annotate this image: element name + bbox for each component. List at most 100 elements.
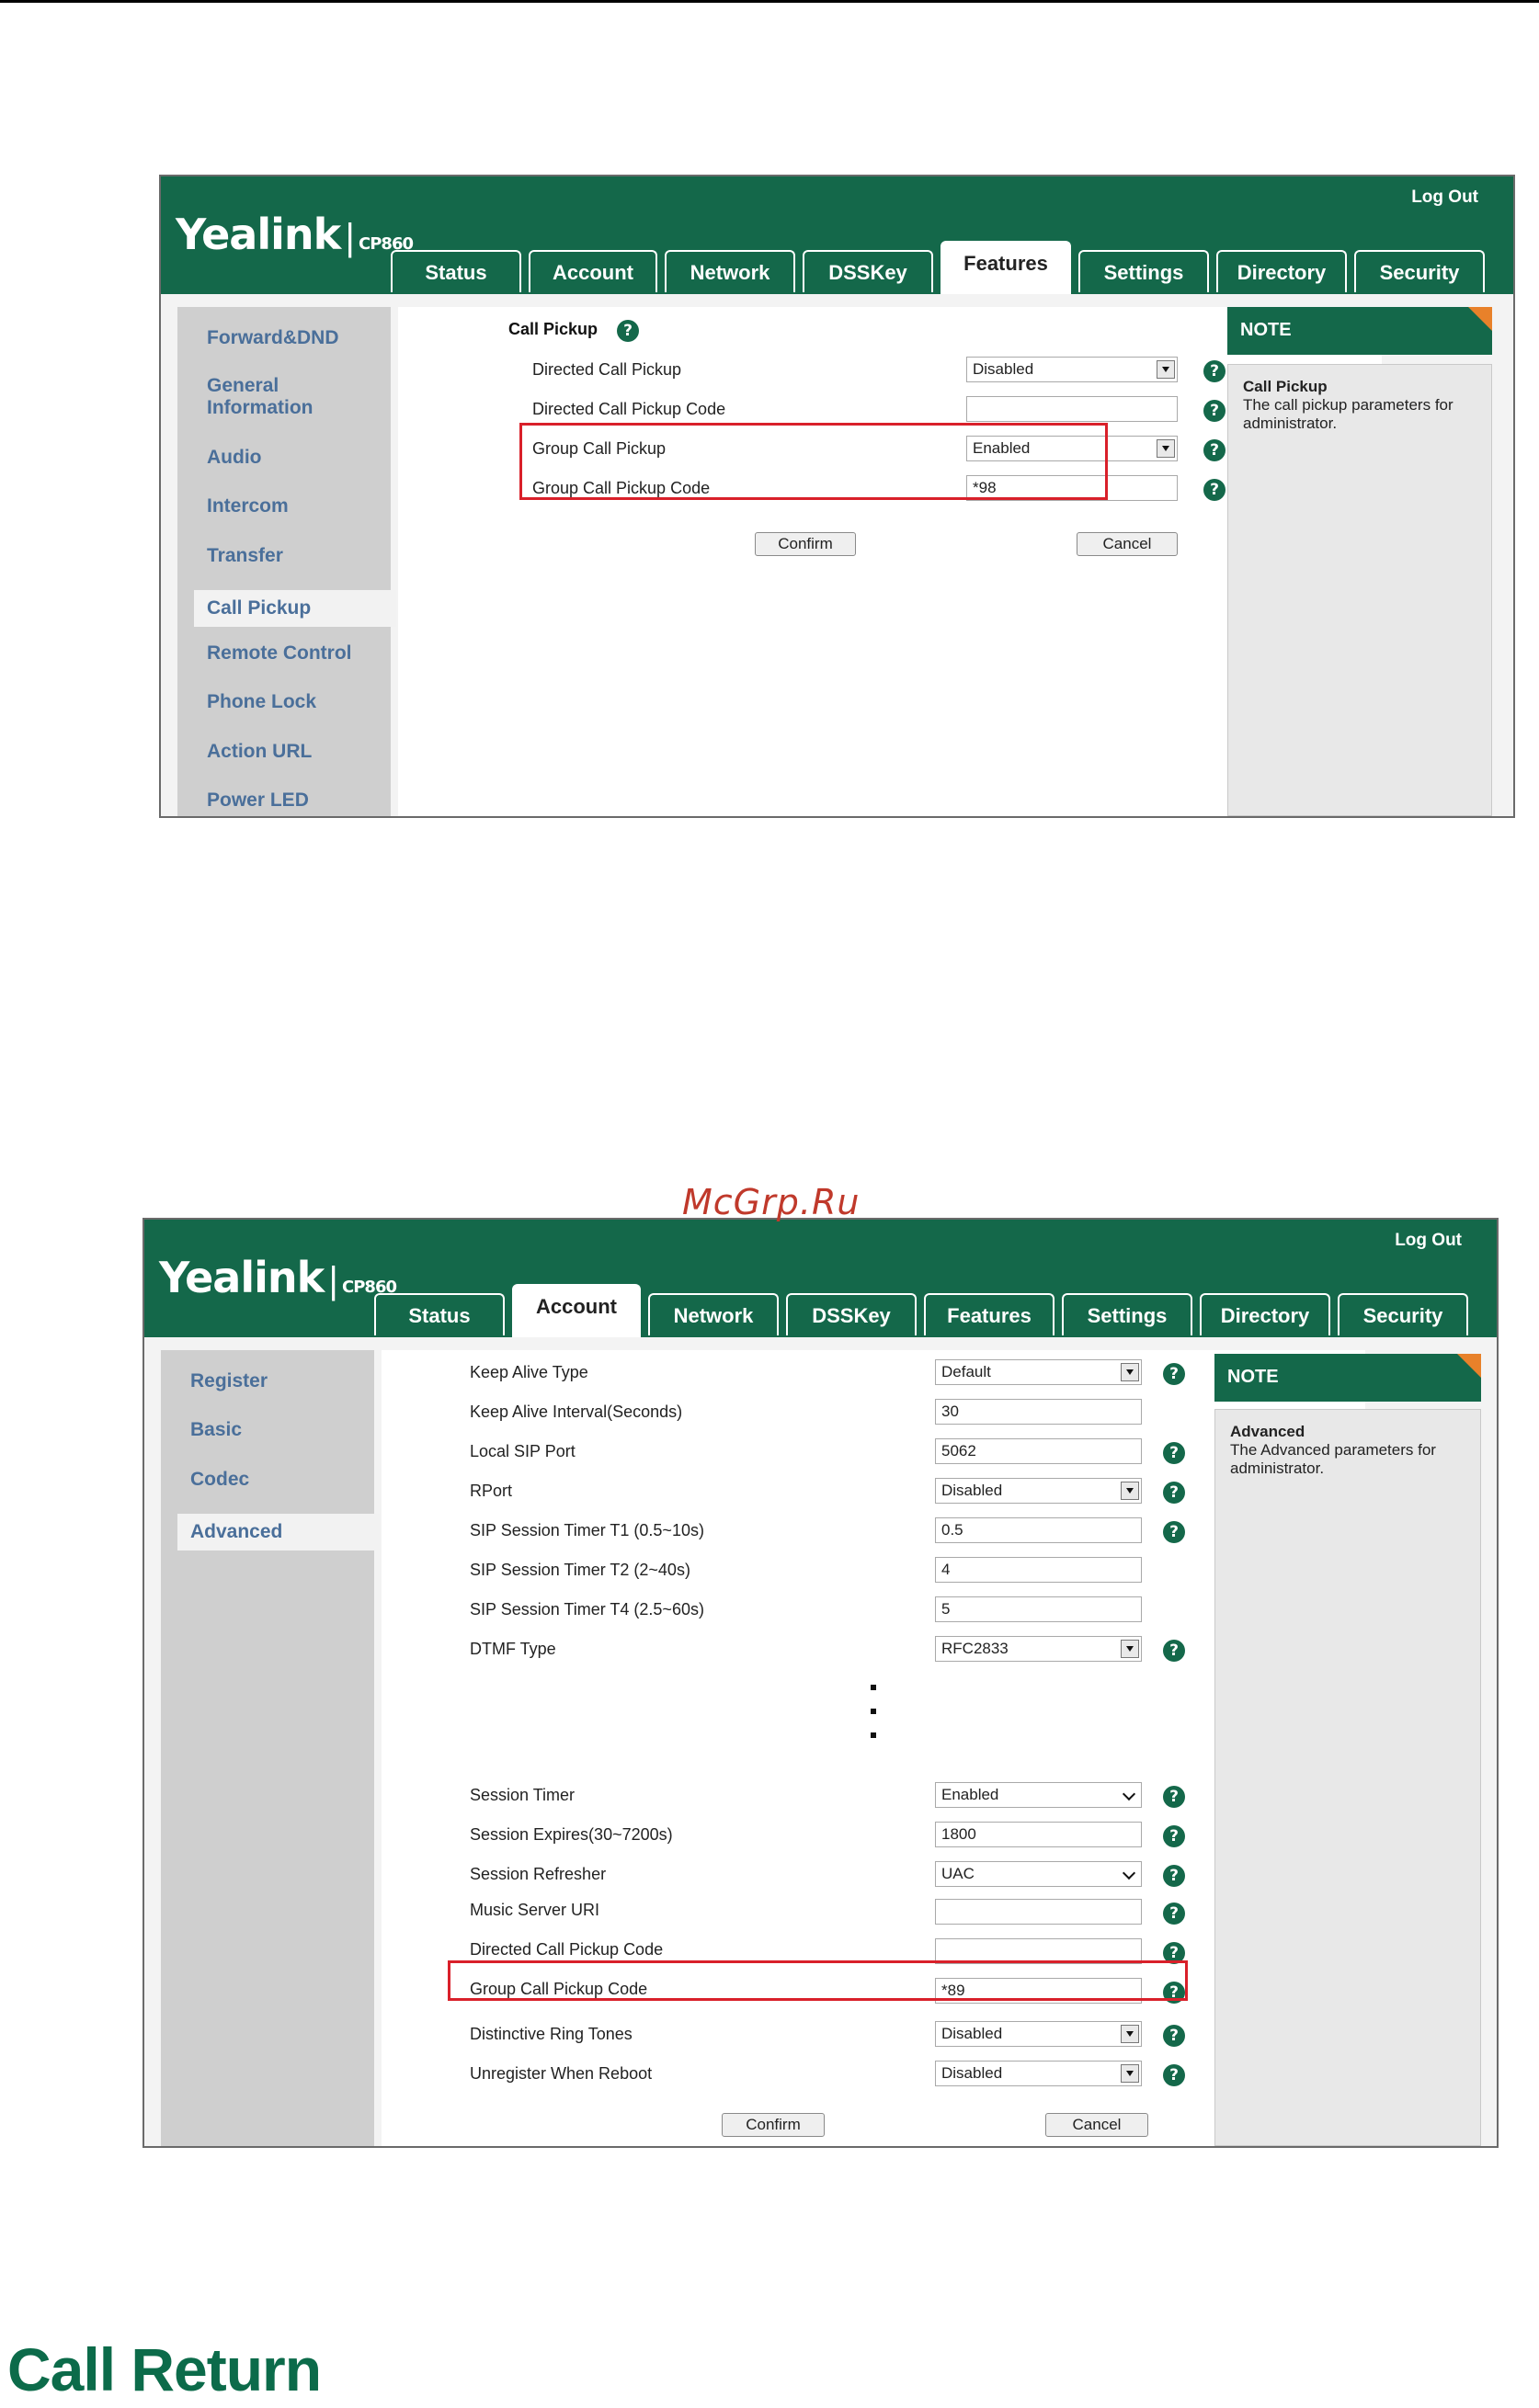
field-label: Keep Alive Type bbox=[470, 1363, 588, 1381]
help-question-icon[interactable]: ? bbox=[1163, 1521, 1185, 1543]
select-value: Disabled bbox=[941, 2025, 1003, 2042]
yealink-logo: Yealink | CP860 bbox=[159, 1253, 397, 1302]
help-question-icon[interactable]: ? bbox=[1163, 1903, 1185, 1925]
note-title: Advanced bbox=[1230, 1423, 1305, 1440]
help-question-icon[interactable]: ? bbox=[1163, 1786, 1185, 1808]
unregister-when-reboot-select[interactable]: Disabled bbox=[935, 2061, 1142, 2086]
confirm-button[interactable]: Confirm bbox=[755, 532, 856, 556]
sip-session-timer-t2-input[interactable]: 4 bbox=[935, 1557, 1142, 1583]
field-label: Music Server URI bbox=[470, 1901, 600, 1919]
sidebar-item-remote-control[interactable]: Remote Control bbox=[207, 642, 352, 664]
note-text: The call pickup parameters for administr… bbox=[1243, 396, 1454, 432]
dropdown-arrow-icon bbox=[1157, 439, 1175, 458]
session-expires-input[interactable]: 1800 bbox=[935, 1822, 1142, 1847]
distinctive-ring-tones-select[interactable]: Disabled bbox=[935, 2021, 1142, 2047]
highlight-box bbox=[448, 1960, 1188, 2001]
sidebar-item-transfer[interactable]: Transfer bbox=[207, 545, 283, 567]
local-sip-port-input[interactable]: 5062 bbox=[935, 1438, 1142, 1464]
help-question-icon[interactable]: ? bbox=[1203, 439, 1226, 461]
note-text: The Advanced parameters for administrato… bbox=[1230, 1441, 1436, 1477]
field-label: Directed Call Pickup Code bbox=[532, 400, 726, 418]
rport-select[interactable]: Disabled bbox=[935, 1478, 1142, 1504]
tab-network[interactable]: Network bbox=[648, 1293, 779, 1335]
help-question-icon[interactable]: ? bbox=[1203, 400, 1226, 422]
sidebar-item-basic[interactable]: Basic bbox=[190, 1419, 242, 1441]
help-question-icon[interactable]: ? bbox=[1163, 1825, 1185, 1847]
directed-call-pickup-select[interactable]: Disabled bbox=[966, 357, 1178, 382]
select-value: Disabled bbox=[941, 2064, 1003, 2082]
section-heading: Call Return bbox=[7, 2335, 322, 2403]
sidebar-item-intercom[interactable]: Intercom bbox=[207, 495, 289, 517]
sip-session-timer-t1-input[interactable]: 0.5 bbox=[935, 1517, 1142, 1543]
tab-network[interactable]: Network bbox=[665, 250, 795, 292]
tab-security[interactable]: Security bbox=[1354, 250, 1485, 292]
field-label: RPort bbox=[470, 1482, 513, 1500]
tab-dsskey[interactable]: DSSKey bbox=[803, 250, 933, 292]
web-ui-header: Log Out Yealink | CP860 Status Account Net… bbox=[161, 176, 1513, 294]
help-question-icon[interactable]: ? bbox=[1163, 1865, 1185, 1887]
cancel-button[interactable]: Cancel bbox=[1045, 2113, 1148, 2137]
tab-security[interactable]: Security bbox=[1338, 1293, 1468, 1335]
confirm-button[interactable]: Confirm bbox=[722, 2113, 825, 2137]
help-question-icon[interactable]: ? bbox=[1163, 1482, 1185, 1504]
log-out-link[interactable]: Log Out bbox=[1411, 187, 1478, 208]
help-question-icon[interactable]: ? bbox=[1163, 1363, 1185, 1385]
tab-status[interactable]: Status bbox=[374, 1293, 505, 1335]
field-label: Distinctive Ring Tones bbox=[470, 2025, 633, 2043]
help-question-icon[interactable]: ? bbox=[1163, 1442, 1185, 1464]
tab-features[interactable]: Features bbox=[924, 1293, 1054, 1335]
watermark: McGrp.Ru bbox=[682, 1182, 861, 1222]
sip-session-timer-t4-input[interactable]: 5 bbox=[935, 1596, 1142, 1622]
yealink-logo: Yealink | CP860 bbox=[176, 210, 414, 259]
sidebar-item-forward-dnd[interactable]: Forward&DND bbox=[207, 327, 339, 349]
omitted-rows-ellipsis bbox=[871, 1685, 876, 1756]
tab-dsskey[interactable]: DSSKey bbox=[786, 1293, 917, 1335]
help-question-icon[interactable]: ? bbox=[1203, 360, 1226, 382]
tab-directory[interactable]: Directory bbox=[1200, 1293, 1330, 1335]
tab-settings[interactable]: Settings bbox=[1062, 1293, 1192, 1335]
field-label: Session Expires(30~7200s) bbox=[470, 1825, 673, 1844]
field-label: DTMF Type bbox=[470, 1640, 556, 1658]
sidebar-item-codec[interactable]: Codec bbox=[190, 1469, 249, 1491]
tab-status[interactable]: Status bbox=[391, 250, 521, 292]
keep-alive-interval-input[interactable]: 30 bbox=[935, 1399, 1142, 1425]
help-question-icon[interactable]: ? bbox=[1163, 1640, 1185, 1662]
field-label: Session Refresher bbox=[470, 1865, 607, 1883]
session-refresher-select[interactable]: UAC bbox=[935, 1861, 1142, 1887]
note-header-label: NOTE bbox=[1227, 1367, 1279, 1387]
sidebar-item-phone-lock[interactable]: Phone Lock bbox=[207, 691, 316, 713]
note-panel: Call Pickup The call pickup parameters f… bbox=[1227, 364, 1492, 816]
tab-settings[interactable]: Settings bbox=[1078, 250, 1209, 292]
tab-directory[interactable]: Directory bbox=[1216, 250, 1347, 292]
help-question-icon[interactable]: ? bbox=[1163, 2064, 1185, 2086]
sidebar-item-general-information[interactable]: General Information bbox=[207, 375, 345, 419]
cancel-button[interactable]: Cancel bbox=[1077, 532, 1178, 556]
sidebar-item-power-led[interactable]: Power LED bbox=[207, 789, 309, 812]
screenshot-account-advanced: Log Out Yealink | CP860 Status Account Net… bbox=[142, 1218, 1499, 2148]
logo-brand: Yealink bbox=[159, 1253, 325, 1302]
session-timer-select[interactable]: Enabled bbox=[935, 1782, 1142, 1808]
dropdown-arrow-icon bbox=[1121, 1363, 1139, 1381]
select-value: Disabled bbox=[941, 1482, 1003, 1499]
help-question-icon[interactable]: ? bbox=[1203, 479, 1226, 501]
sidebar-item-register[interactable]: Register bbox=[190, 1370, 268, 1392]
keep-alive-type-select[interactable]: Default bbox=[935, 1359, 1142, 1385]
tab-account[interactable]: Account bbox=[529, 250, 657, 292]
select-value: Disabled bbox=[973, 360, 1034, 378]
log-out-link[interactable]: Log Out bbox=[1395, 1231, 1462, 1251]
field-label: Keep Alive Interval(Seconds) bbox=[470, 1403, 683, 1421]
field-label: Directed Call Pickup Code bbox=[470, 1940, 664, 1959]
sidebar-item-audio[interactable]: Audio bbox=[207, 447, 261, 469]
tab-account[interactable]: Account bbox=[512, 1284, 641, 1337]
sidebar-item-action-url[interactable]: Action URL bbox=[207, 741, 312, 763]
help-question-icon[interactable]: ? bbox=[617, 320, 639, 342]
help-question-icon[interactable]: ? bbox=[1163, 2025, 1185, 2047]
dropdown-arrow-icon bbox=[1157, 360, 1175, 379]
chevron-down-icon bbox=[1121, 1865, 1139, 1883]
dtmf-type-select[interactable]: RFC2833 bbox=[935, 1636, 1142, 1662]
note-header: NOTE bbox=[1227, 307, 1492, 355]
note-header: NOTE bbox=[1214, 1354, 1481, 1402]
music-server-uri-input[interactable] bbox=[935, 1899, 1142, 1925]
directed-call-pickup-code-input[interactable] bbox=[966, 396, 1178, 422]
tab-features[interactable]: Features bbox=[940, 241, 1071, 294]
